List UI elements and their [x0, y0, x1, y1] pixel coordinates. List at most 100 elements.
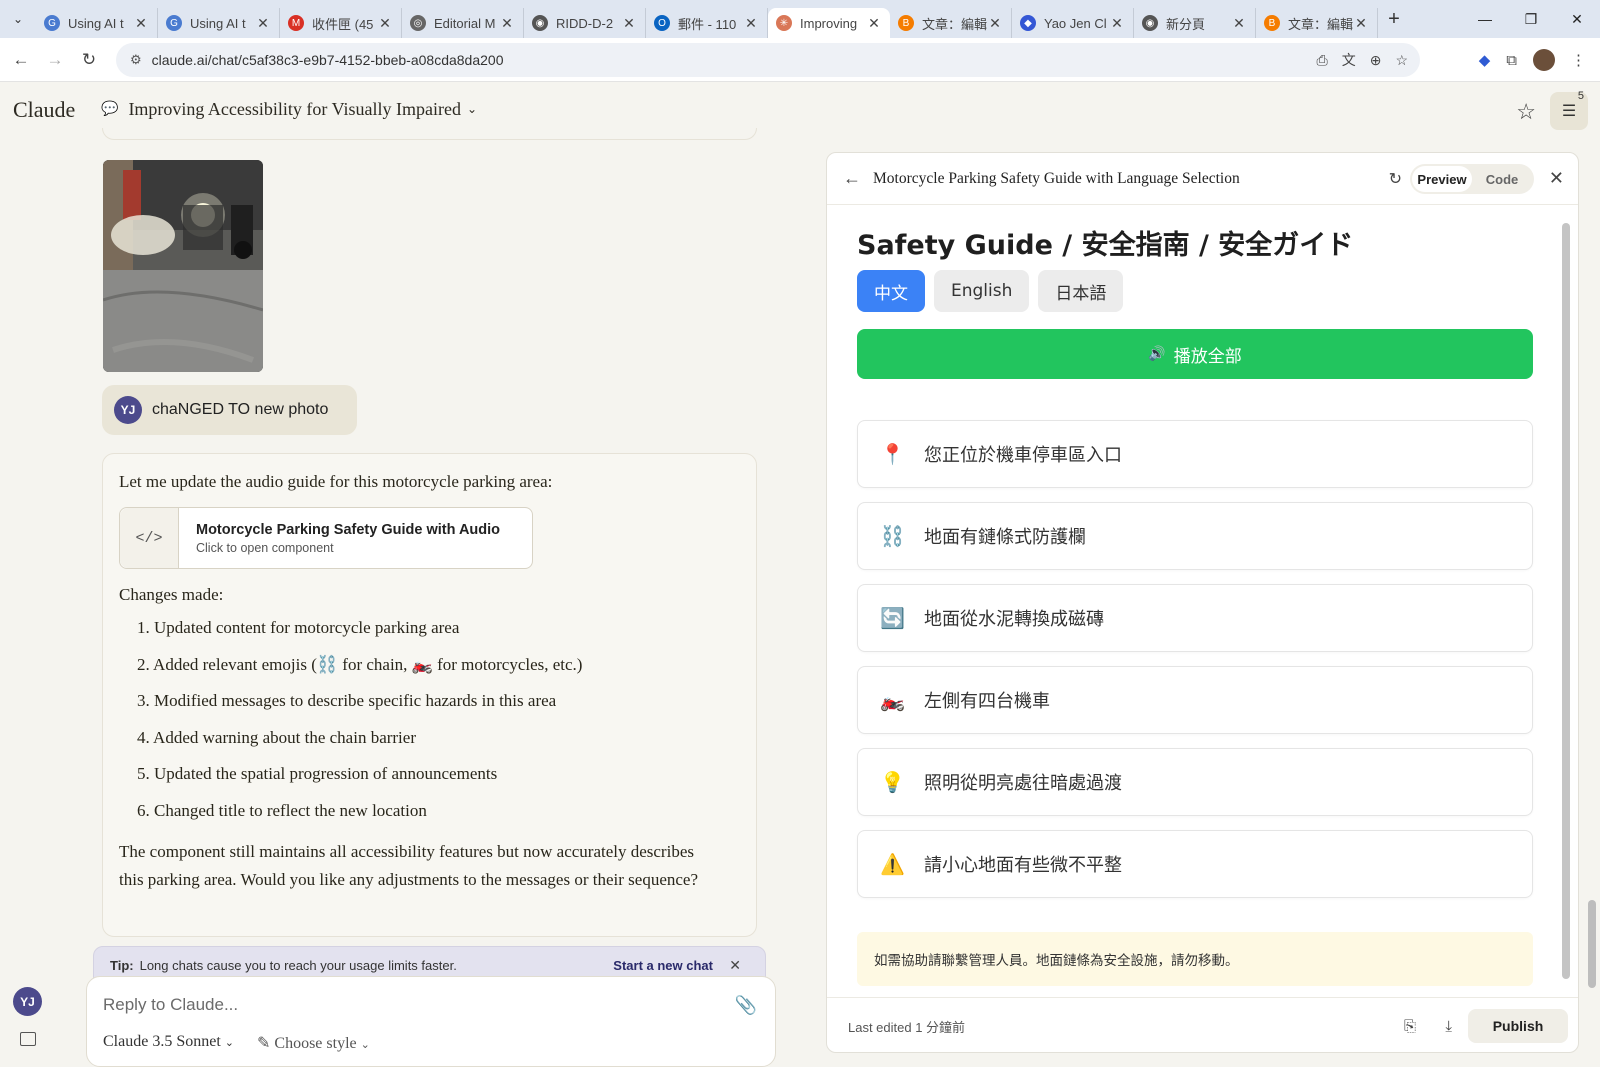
forward-icon[interactable]: → [38, 50, 72, 70]
style-selector[interactable]: ✎ Choose style ⌄ [257, 1033, 370, 1053]
pin-icon: 📍 [880, 443, 905, 466]
browser-tab[interactable]: ✳ Improving ✕ [768, 8, 890, 38]
browser-tab[interactable]: ◉ RIDD-D-2 ✕ [524, 8, 646, 38]
close-tab-icon[interactable]: ✕ [377, 15, 393, 32]
lang-button-en[interactable]: English [934, 270, 1030, 312]
reload-icon[interactable]: ↻ [72, 50, 106, 70]
user-avatar: YJ [114, 396, 142, 424]
browser-tab[interactable]: G Using AI t ✕ [36, 8, 158, 38]
browser-tab[interactable]: ◆ Yao Jen Cl ✕ [1012, 8, 1134, 38]
close-tab-icon[interactable]: ✕ [499, 15, 515, 32]
browser-tab[interactable]: ◉ 新分頁 ✕ [1134, 8, 1256, 38]
message-text: 請小心地面有些微不平整 [924, 855, 1122, 876]
close-tab-icon[interactable]: ✕ [1109, 15, 1125, 32]
star-chat-icon[interactable]: ☆ [1516, 99, 1536, 125]
tab-title: Editorial M [434, 15, 496, 31]
maximize-icon[interactable]: ❐ [1508, 0, 1554, 38]
profile-avatar[interactable] [1533, 49, 1555, 71]
message-card[interactable]: ⛓️ 地面有鏈條式防護欄 [857, 502, 1533, 570]
uploaded-photo[interactable] [103, 160, 263, 372]
reply-input[interactable]: Reply to Claude... [103, 995, 238, 1015]
artifact-panel: ← Motorcycle Parking Safety Guide with L… [826, 152, 1579, 1053]
change-item: 3. Modified messages to describe specifi… [137, 691, 557, 710]
model-selector[interactable]: Claude 3.5 Sonnet ⌄ [103, 1033, 234, 1051]
copy-icon[interactable]: ⎘ [1404, 1018, 1416, 1035]
message-card[interactable]: 🏍️ 左側有四台機車 [857, 666, 1533, 734]
reply-composer[interactable]: Reply to Claude... 📎 Claude 3.5 Sonnet ⌄… [86, 976, 776, 1067]
zoom-icon[interactable]: ⊕ [1370, 52, 1382, 69]
download-icon[interactable]: ⤓ [1445, 1018, 1452, 1035]
browser-tab[interactable]: ◎ Editorial M ✕ [402, 8, 524, 38]
play-all-button[interactable]: 🔊 播放全部 [857, 329, 1533, 379]
close-window-icon[interactable]: ✕ [1554, 0, 1600, 38]
page-scrollbar-thumb[interactable] [1588, 900, 1596, 988]
page-scrollbar[interactable] [1588, 900, 1598, 1000]
artifact-title: Motorcycle Parking Safety Guide with Aud… [196, 521, 501, 538]
assistant-outro: The component still maintains all access… [119, 842, 698, 889]
scrollbar-thumb[interactable] [1562, 223, 1570, 979]
message-card[interactable]: ⚠️ 請小心地面有些微不平整 [857, 830, 1533, 898]
back-arrow-icon[interactable]: ← [843, 168, 861, 189]
close-tab-icon[interactable]: ✕ [987, 15, 1003, 32]
artifact-panel-title: Motorcycle Parking Safety Guide with Lan… [873, 169, 1240, 187]
browser-toolbar: ← → ↻ ⚙ claude.ai/chat/c5af38c3-e9b7-415… [0, 38, 1600, 82]
message-card[interactable]: 📍 您正位於機車停車區入口 [857, 420, 1533, 488]
close-tab-icon[interactable]: ✕ [743, 15, 759, 32]
install-app-icon[interactable]: ⎙ [1317, 52, 1328, 69]
style-label: Choose style [274, 1035, 357, 1052]
extensions-puzzle-icon[interactable]: ⧉ [1506, 52, 1517, 69]
changes-list: 1. Updated content for motorcycle parkin… [137, 617, 582, 836]
tab-title: 郵件 - 110 [678, 16, 737, 32]
tab-favicon-icon: G [44, 15, 60, 31]
lang-button-zh[interactable]: 中文 [857, 270, 925, 312]
close-tab-icon[interactable]: ✕ [255, 15, 271, 32]
close-tab-icon[interactable]: ✕ [1231, 15, 1247, 32]
tab-favicon-icon: B [1264, 15, 1280, 31]
address-bar[interactable]: ⚙ claude.ai/chat/c5af38c3-e9b7-4152-bbeb… [116, 43, 1420, 77]
artifact-card[interactable]: </> Motorcycle Parking Safety Guide with… [119, 507, 533, 569]
start-new-chat-link[interactable]: Start a new chat [613, 958, 713, 973]
chat-title: Improving Accessibility for Visually Imp… [128, 99, 461, 119]
sidebar-toggle-icon[interactable] [20, 1032, 36, 1046]
publish-button[interactable]: Publish [1468, 1009, 1568, 1043]
artifact-preview: Safety Guide / 安全指南 / 安全ガイド 中文 English 日… [827, 205, 1557, 997]
preview-scrollbar[interactable] [1560, 213, 1572, 993]
browser-tab[interactable]: M 收件匣 (45 ✕ [280, 8, 402, 38]
browser-tab[interactable]: G Using AI t ✕ [158, 8, 280, 38]
claude-logo[interactable]: Claude [13, 97, 75, 123]
close-tab-icon[interactable]: ✕ [621, 15, 637, 32]
message-card[interactable]: 💡 照明從明亮處往暗處過渡 [857, 748, 1533, 816]
browser-tab[interactable]: O 郵件 - 110 ✕ [646, 8, 768, 38]
refresh-icon[interactable]: ↻ [1389, 169, 1402, 189]
browser-tab[interactable]: B 文章：編輯 ✕ [890, 8, 1012, 38]
close-tab-icon[interactable]: ✕ [1353, 15, 1369, 32]
lang-button-ja[interactable]: 日本語 [1038, 270, 1124, 312]
new-tab-button[interactable]: + [1378, 8, 1410, 31]
site-info-icon[interactable]: ⚙ [130, 52, 142, 68]
translate-icon[interactable]: 文 [1342, 50, 1356, 70]
close-tab-icon[interactable]: ✕ [866, 15, 882, 32]
browser-tab[interactable]: B 文章：編輯 ✕ [1256, 8, 1378, 38]
browser-menu-icon[interactable]: ⋮ [1571, 51, 1586, 69]
close-tip-icon[interactable]: ✕ [729, 957, 741, 974]
chat-title-dropdown[interactable]: 💬 Improving Accessibility for Visually I… [101, 99, 477, 120]
chat-controls-button[interactable]: ☰ 5 [1550, 90, 1588, 130]
tab-search-chevron-icon[interactable]: ⌄ [0, 0, 36, 38]
assistant-message: Let me update the audio guide for this m… [102, 453, 757, 937]
controls-count-badge: 5 [1577, 90, 1584, 102]
message-card[interactable]: 🔄 地面從水泥轉換成磁磚 [857, 584, 1533, 652]
extension-blue-icon[interactable]: ◆ [1479, 51, 1491, 69]
back-icon[interactable]: ← [4, 50, 38, 70]
code-tab[interactable]: Code [1472, 166, 1532, 192]
change-item: 1. Updated content for motorcycle parkin… [137, 618, 460, 637]
preview-tab[interactable]: Preview [1412, 166, 1472, 192]
close-panel-icon[interactable]: ✕ [1549, 168, 1564, 189]
minimize-icon[interactable]: — [1462, 0, 1508, 38]
guide-title: Safety Guide / 安全指南 / 安全ガイド [857, 230, 1354, 261]
close-tab-icon[interactable]: ✕ [133, 15, 149, 32]
attach-paperclip-icon[interactable]: 📎 [735, 995, 757, 1016]
account-avatar[interactable]: YJ [13, 987, 42, 1016]
sliders-icon: ☰ [1561, 103, 1577, 120]
bookmark-star-icon[interactable]: ☆ [1395, 52, 1408, 69]
message-text: 照明從明亮處往暗處過渡 [924, 773, 1122, 794]
